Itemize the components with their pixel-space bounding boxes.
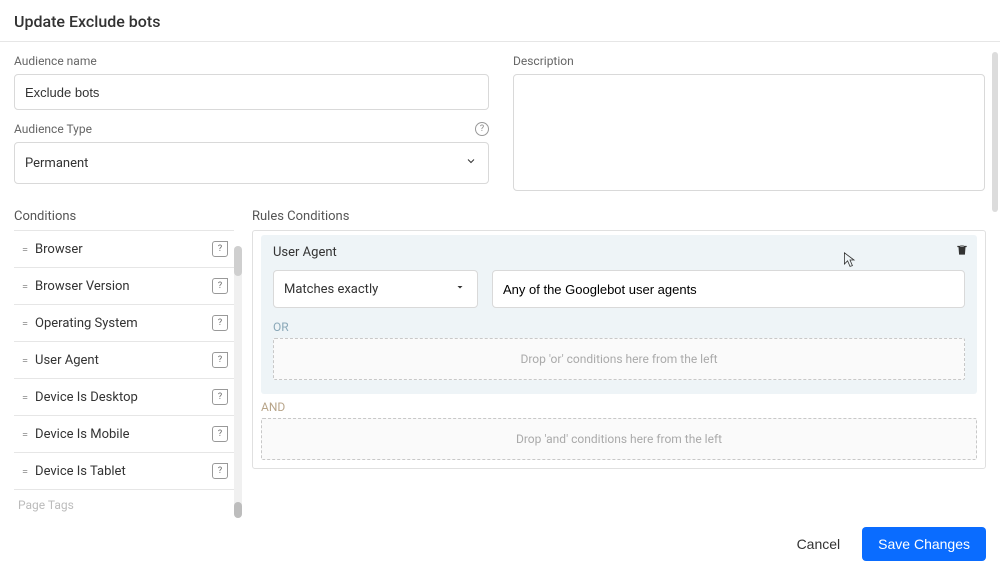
scrollbar-thumb-bottom[interactable] [234, 502, 242, 518]
drag-handle-icon: = [22, 465, 27, 478]
description-textarea[interactable] [513, 74, 985, 191]
and-drop-zone[interactable]: Drop 'and' conditions here from the left [261, 418, 977, 460]
audience-type-select[interactable]: Permanent [14, 142, 489, 184]
drag-handle-icon: = [22, 317, 27, 330]
scrollbar-thumb-top[interactable] [234, 246, 242, 276]
rule-card-title: User Agent [273, 245, 965, 260]
help-icon[interactable]: ? [475, 122, 489, 136]
condition-item-operating-system[interactable]: = Operating System ? [14, 305, 234, 342]
conditions-scrollbar[interactable] [234, 246, 242, 518]
and-label: AND [261, 400, 977, 414]
rules-conditions-title: Rules Conditions [252, 209, 986, 224]
match-value-input[interactable] [492, 270, 965, 308]
external-help-icon[interactable]: ? [212, 315, 228, 331]
conditions-list: = Browser ? = Browser Version ? = Operat… [14, 230, 234, 490]
or-drop-zone[interactable]: Drop 'or' conditions here from the left [273, 338, 965, 380]
cancel-button[interactable]: Cancel [793, 528, 845, 560]
rules-box: User Agent Matches exactly OR [252, 230, 986, 469]
drag-handle-icon: = [22, 391, 27, 404]
external-help-icon[interactable]: ? [212, 241, 228, 257]
condition-item-device-desktop[interactable]: = Device Is Desktop ? [14, 379, 234, 416]
description-label: Description [513, 54, 985, 68]
save-changes-button[interactable]: Save Changes [862, 527, 986, 561]
condition-item-device-tablet[interactable]: = Device Is Tablet ? [14, 453, 234, 490]
page-title: Update Exclude bots [14, 12, 986, 31]
external-help-icon[interactable]: ? [212, 352, 228, 368]
page-scrollbar-thumb[interactable] [992, 52, 998, 212]
conditions-title: Conditions [14, 209, 234, 224]
rule-card-user-agent: User Agent Matches exactly OR [261, 235, 977, 394]
external-help-icon[interactable]: ? [212, 278, 228, 294]
external-help-icon[interactable]: ? [212, 426, 228, 442]
audience-type-label: Audience Type ? [14, 122, 489, 136]
condition-item-browser[interactable]: = Browser ? [14, 231, 234, 268]
page-header: Update Exclude bots [0, 0, 1000, 42]
audience-name-input[interactable] [14, 74, 489, 110]
drag-handle-icon: = [22, 280, 27, 293]
audience-name-label: Audience name [14, 54, 489, 68]
trash-icon[interactable] [955, 243, 969, 261]
page-scrollbar[interactable] [992, 52, 998, 532]
condition-item-user-agent[interactable]: = User Agent ? [14, 342, 234, 379]
drag-handle-icon: = [22, 428, 27, 441]
match-operator-select[interactable]: Matches exactly [273, 270, 478, 308]
condition-item-browser-version[interactable]: = Browser Version ? [14, 268, 234, 305]
page-tags-hint: Page Tags [14, 490, 234, 512]
drag-handle-icon: = [22, 354, 27, 367]
external-help-icon[interactable]: ? [212, 389, 228, 405]
condition-item-device-mobile[interactable]: = Device Is Mobile ? [14, 416, 234, 453]
drag-handle-icon: = [22, 243, 27, 256]
external-help-icon[interactable]: ? [212, 463, 228, 479]
or-label: OR [273, 320, 965, 334]
